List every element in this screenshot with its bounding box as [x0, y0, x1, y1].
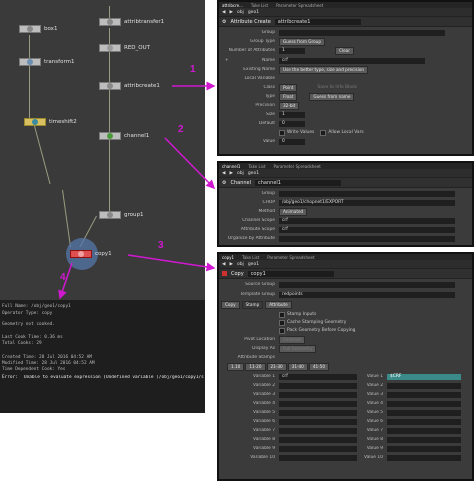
- callout-4: 4: [60, 272, 66, 283]
- callout-arrows: [58, 81, 216, 300]
- arrow-2: [164, 137, 216, 190]
- callout-1: 1: [190, 64, 196, 75]
- callout-2: 2: [178, 124, 184, 135]
- arrow-3: [127, 254, 216, 272]
- callout-3: 3: [158, 240, 164, 251]
